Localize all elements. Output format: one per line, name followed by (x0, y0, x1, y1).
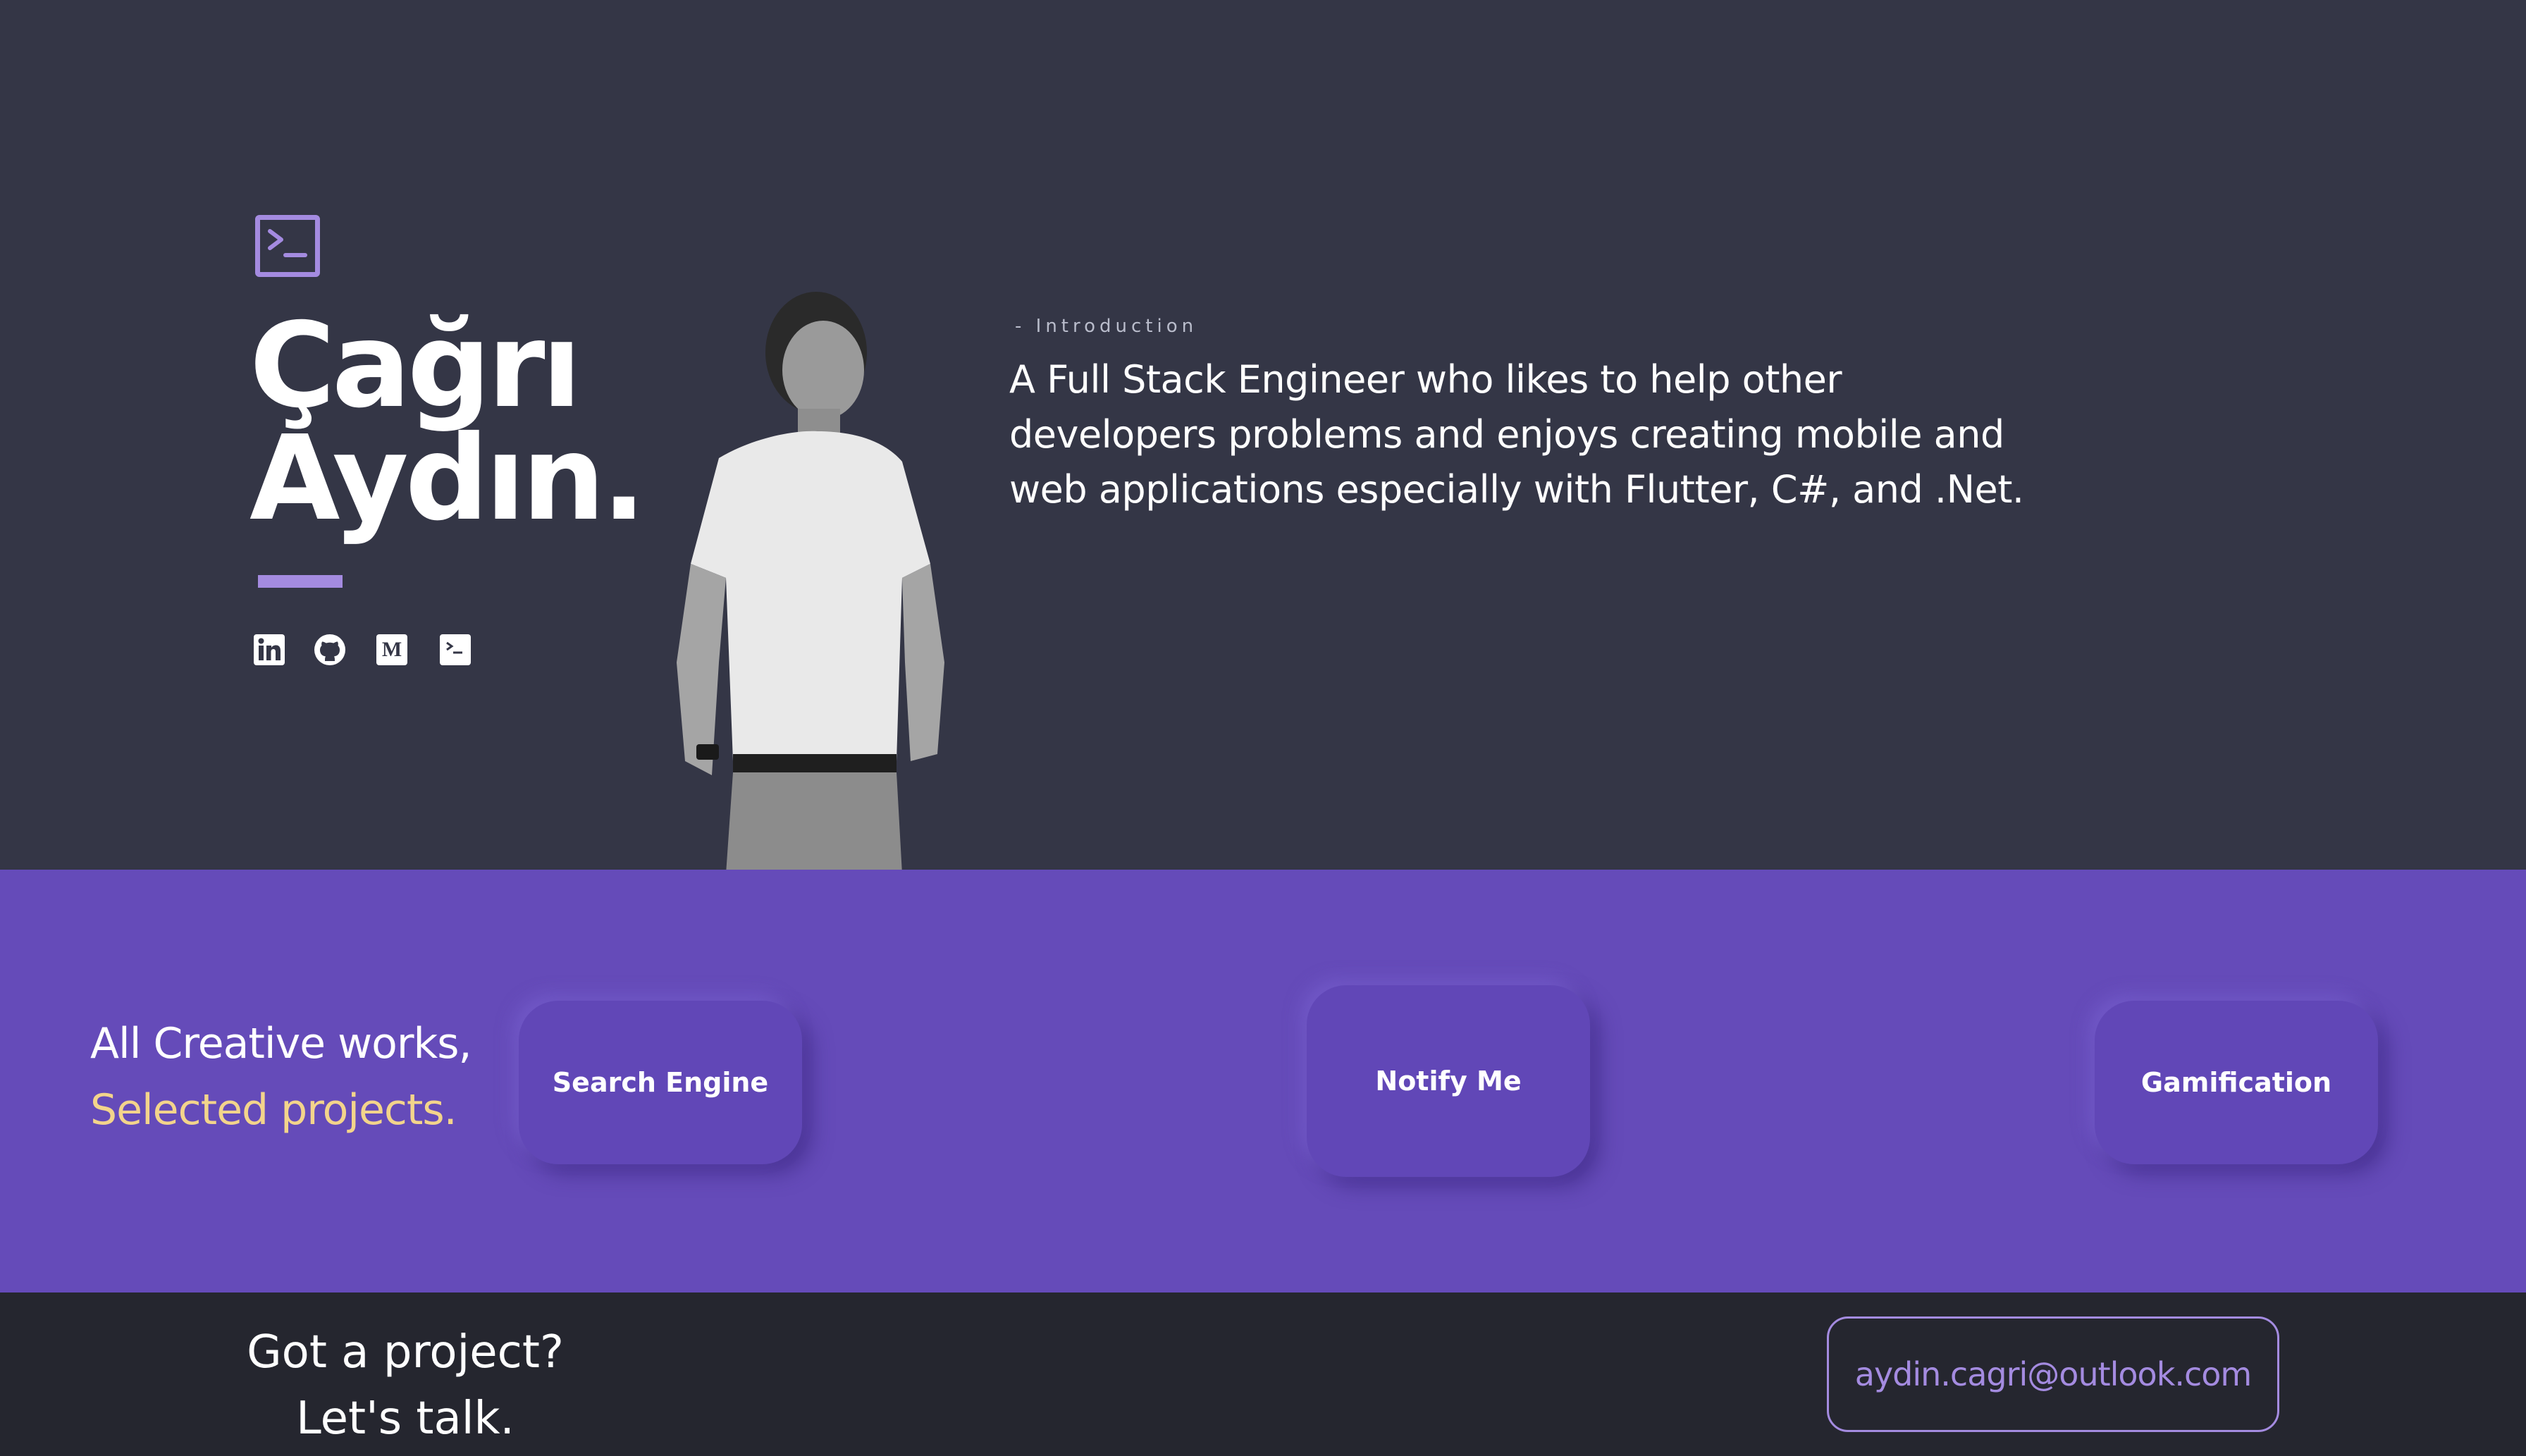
contact-cta: Got a project? Let's talk. (204, 1319, 606, 1452)
name-last: Aydın. (249, 411, 646, 547)
hero-section: Çağrı Aydın. M - Introduction A Full Sta… (0, 0, 2526, 870)
projects-heading-line1: All Creative works, (90, 1019, 472, 1068)
name-first: Çağrı (249, 298, 581, 434)
email-button[interactable]: aydin.cagri@outlook.com (1827, 1316, 2279, 1432)
contact-footer: Got a project? Let's talk. aydin.cagri@o… (0, 1292, 2526, 1456)
hero-name: Çağrı Aydın. (249, 298, 686, 547)
github-icon[interactable] (313, 633, 347, 667)
name-underline (258, 575, 343, 588)
intro-label: - Introduction (1015, 316, 1198, 337)
project-card-search-engine[interactable]: Search Engine (519, 1001, 802, 1164)
linkedin-icon[interactable] (252, 633, 286, 667)
intro-text: A Full Stack Engineer who likes to help … (1009, 357, 2024, 512)
medium-icon[interactable]: M (375, 633, 409, 667)
terminal-icon[interactable] (438, 633, 472, 667)
profile-photo (634, 268, 966, 870)
project-card-notify-me[interactable]: Notify Me (1307, 985, 1590, 1177)
projects-heading: All Creative works, Selected projects. (90, 1011, 472, 1143)
project-card-gamification[interactable]: Gamification (2095, 1001, 2378, 1164)
projects-heading-line2: Selected projects. (90, 1085, 457, 1135)
cta-line2: Let's talk. (296, 1393, 515, 1445)
projects-section: All Creative works, Selected projects. S… (0, 870, 2526, 1292)
terminal-logo-icon[interactable] (255, 215, 320, 277)
cta-line1: Got a project? (247, 1326, 564, 1378)
